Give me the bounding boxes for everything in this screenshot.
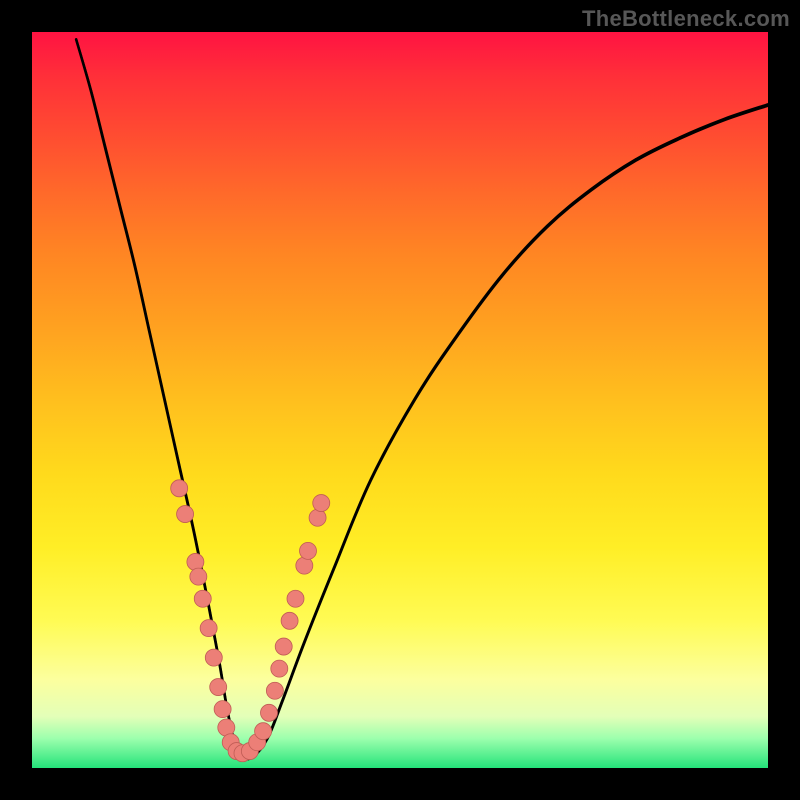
marker-dot: [313, 495, 330, 512]
curve-layer: [32, 32, 768, 768]
marker-dot: [296, 557, 313, 574]
curve-curve-a: [76, 39, 768, 759]
marker-dot: [218, 719, 235, 736]
marker-dot: [187, 553, 204, 570]
marker-dot: [281, 612, 298, 629]
marker-dot: [171, 480, 188, 497]
marker-dot: [194, 590, 211, 607]
marker-group: [171, 480, 330, 762]
marker-dot: [214, 701, 231, 718]
marker-dot: [275, 638, 292, 655]
marker-dot: [309, 509, 326, 526]
marker-dot: [200, 620, 217, 637]
marker-dot: [287, 590, 304, 607]
curve-group: [76, 39, 768, 759]
plot-area: [32, 32, 768, 768]
attribution-text: TheBottleneck.com: [582, 6, 790, 32]
marker-dot: [190, 568, 207, 585]
marker-dot: [177, 506, 194, 523]
marker-dot: [266, 682, 283, 699]
marker-dot: [255, 723, 272, 740]
marker-dot: [205, 649, 222, 666]
marker-dot: [210, 679, 227, 696]
marker-dot: [300, 542, 317, 559]
chart-stage: TheBottleneck.com: [0, 0, 800, 800]
marker-dot: [260, 704, 277, 721]
marker-dot: [271, 660, 288, 677]
